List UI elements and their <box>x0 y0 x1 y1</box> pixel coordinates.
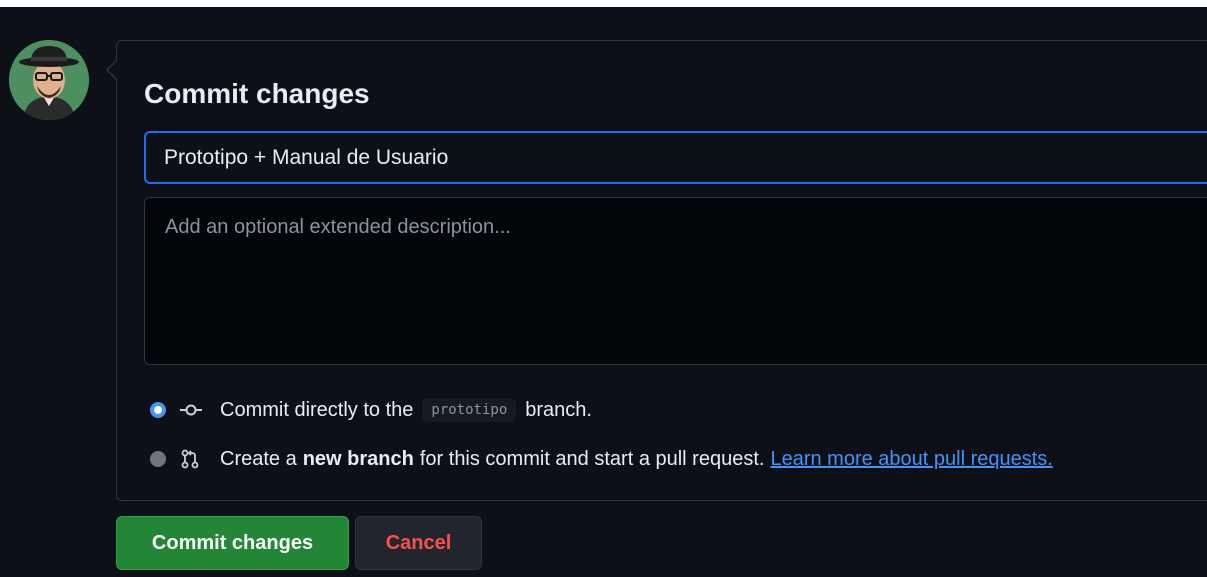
learn-more-pull-requests-link[interactable]: Learn more about pull requests. <box>770 448 1052 471</box>
new-branch-label-suffix: for this commit and start a pull request… <box>419 447 765 470</box>
commit-description-textarea[interactable] <box>144 197 1207 365</box>
new-branch-label-prefix: Create a <box>220 447 297 470</box>
new-branch-radio[interactable] <box>150 451 166 467</box>
user-avatar-illustration <box>9 40 89 120</box>
commit-changes-button[interactable]: Commit changes <box>116 516 349 570</box>
top-edge <box>0 0 1207 7</box>
new-branch-option[interactable]: Create a new branch for this commit and … <box>150 445 1053 473</box>
commit-directly-radio[interactable] <box>150 402 166 418</box>
page-title: Commit changes <box>144 78 370 109</box>
avatar[interactable] <box>9 40 89 120</box>
new-branch-label-strong: new branch <box>302 447 414 470</box>
commit-directly-label: Commit directly to the <box>220 398 414 421</box>
commit-summary-input[interactable] <box>144 131 1207 184</box>
commit-directly-option[interactable]: Commit directly to the prototipo branch. <box>150 396 592 424</box>
cancel-button[interactable]: Cancel <box>355 516 482 570</box>
branch-name-badge: prototipo <box>422 398 517 422</box>
commit-directly-suffix: branch. <box>525 398 592 421</box>
git-commit-icon <box>180 400 206 420</box>
git-pull-request-icon <box>180 449 206 469</box>
